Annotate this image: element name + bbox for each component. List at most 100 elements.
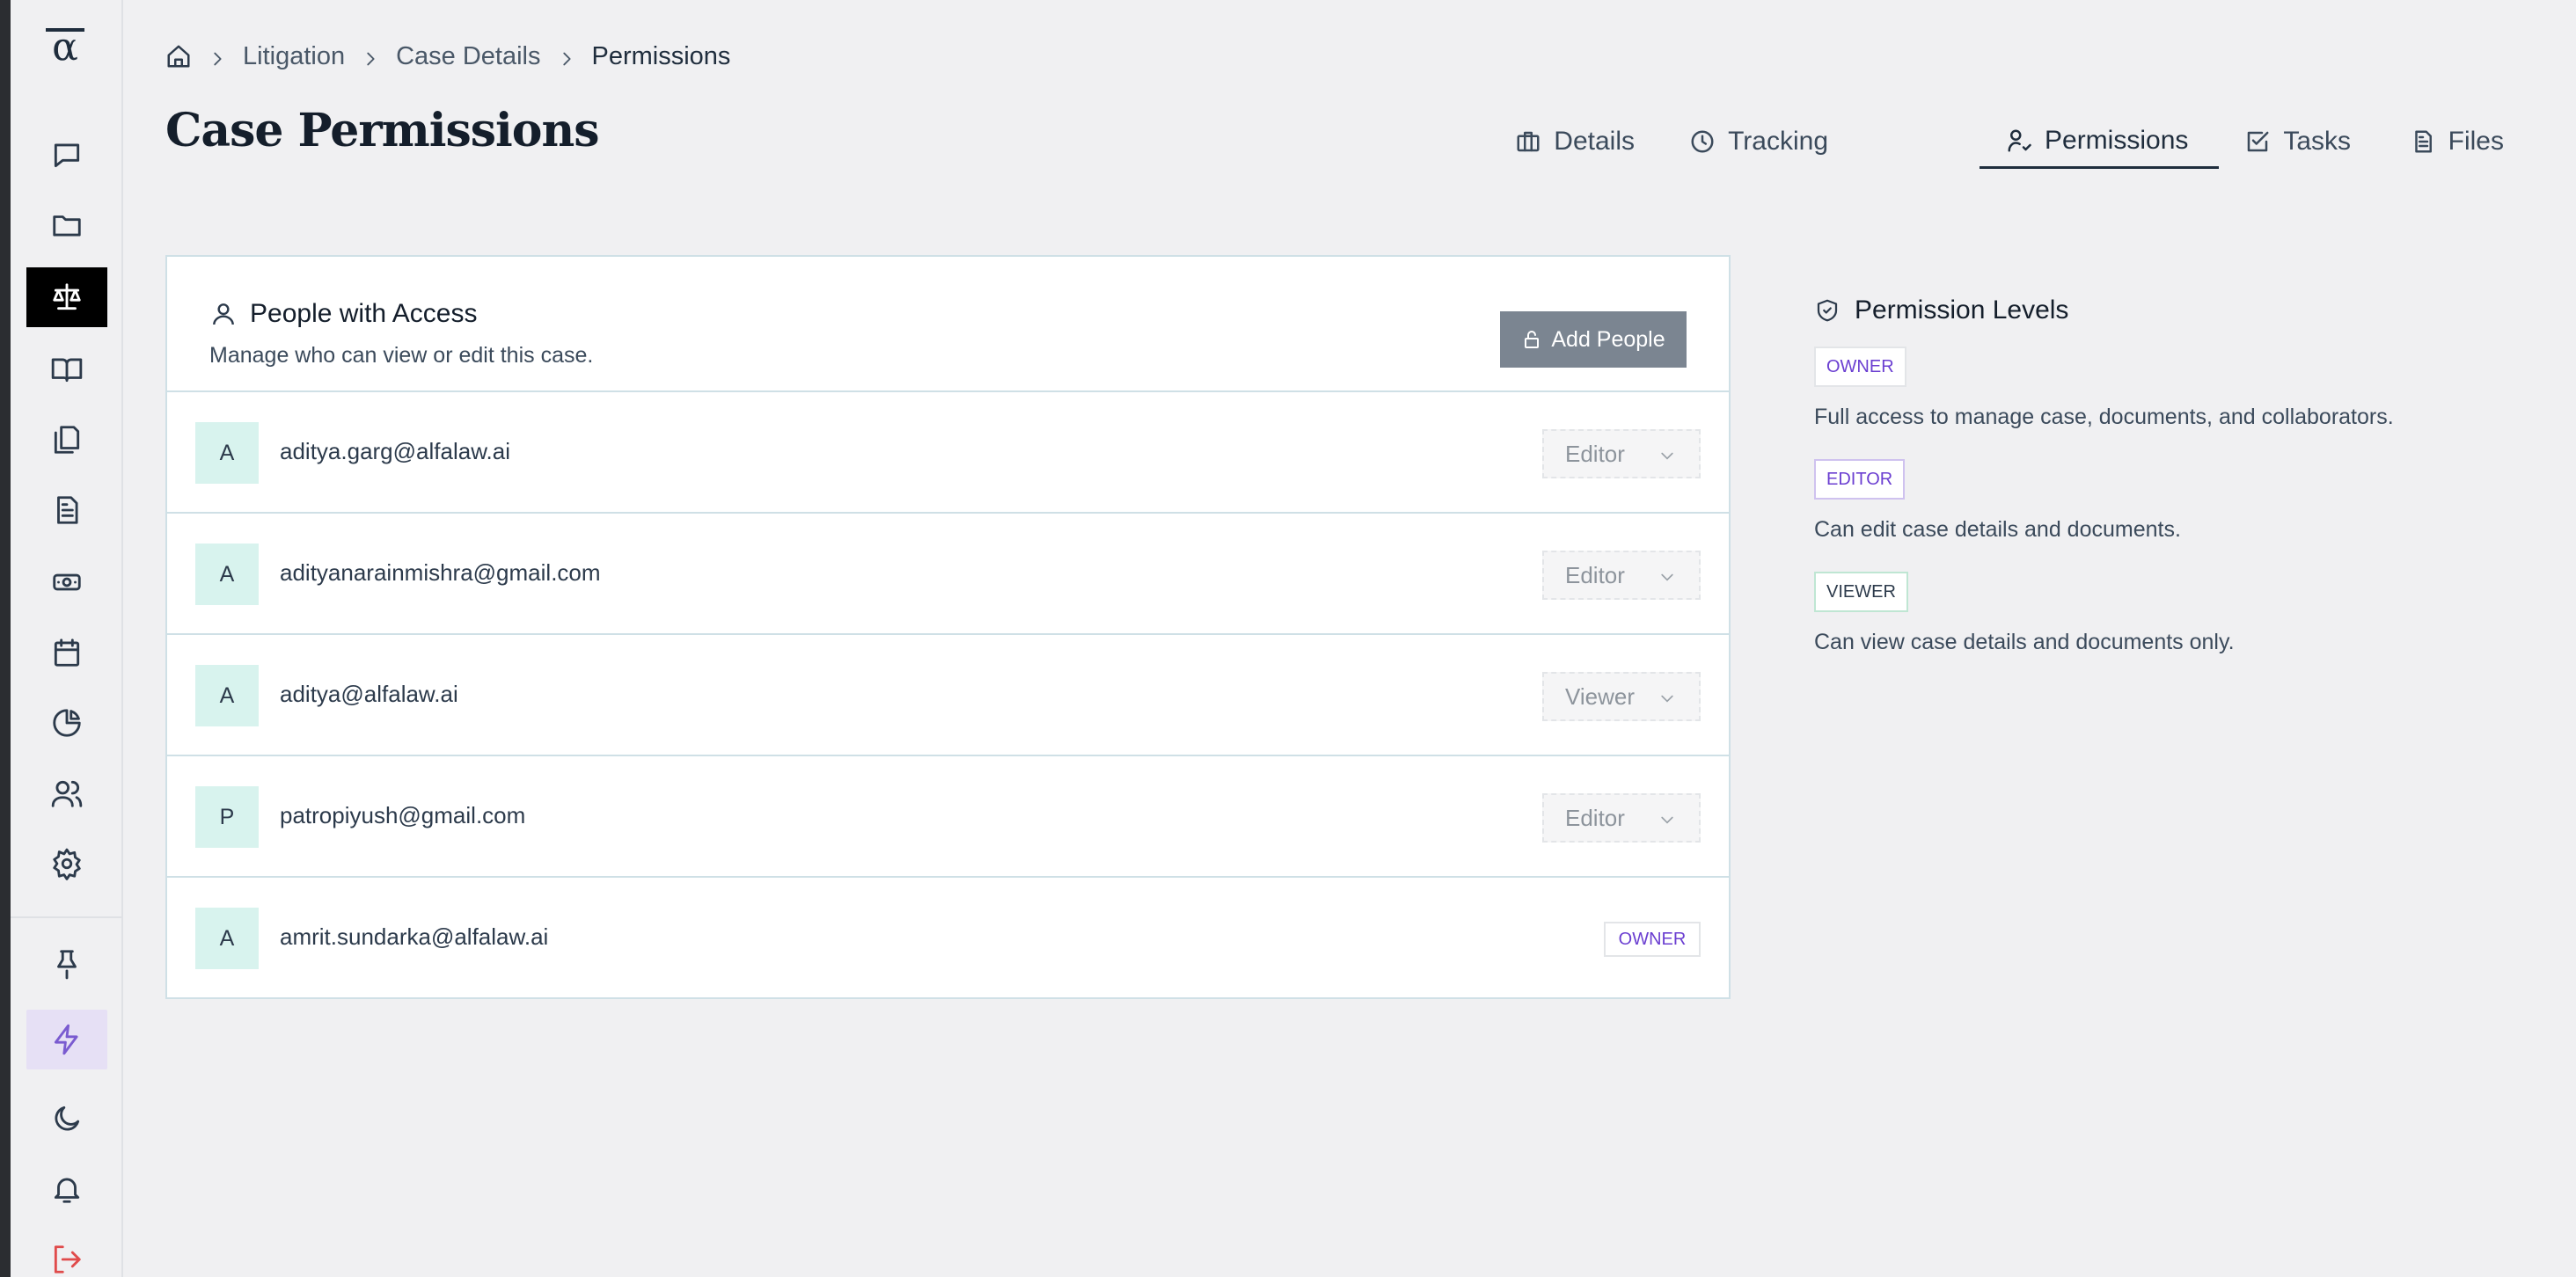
- tab-files[interactable]: Files: [2383, 114, 2530, 169]
- sidebar-item-documents[interactable]: [26, 410, 107, 470]
- role-select[interactable]: Editor: [1542, 551, 1701, 600]
- permission-levels-title: Permission Levels: [1814, 296, 2483, 325]
- theme-toggle-button[interactable]: [26, 1089, 107, 1149]
- avatar: P: [195, 786, 259, 848]
- lightning-icon: [54, 1024, 78, 1055]
- sidebar-item-users[interactable]: [26, 763, 107, 823]
- level-description: Can edit case details and documents.: [1814, 517, 2181, 542]
- person-row: A aditya@alfalaw.ai Viewer: [167, 635, 1729, 756]
- level-viewer: VIEWER Can view case details and documen…: [1814, 572, 2235, 655]
- permission-levels-heading: Permission Levels: [1855, 296, 2069, 325]
- app-logo[interactable]: α: [39, 28, 91, 74]
- permission-levels: Permission Levels OWNER Full access to m…: [1814, 296, 2483, 654]
- banknote-icon: [53, 573, 81, 591]
- calendar-icon: [54, 638, 80, 667]
- sidebar-item-analytics[interactable]: [26, 693, 107, 753]
- sidebar-item-litigation[interactable]: [26, 267, 107, 327]
- chevron-down-icon: [1661, 816, 1673, 824]
- sidebar-item-billing[interactable]: [26, 552, 107, 612]
- notifications-button[interactable]: [26, 1159, 107, 1219]
- card-title: People with Access: [209, 299, 477, 329]
- person-email: patropiyush@gmail.com: [280, 802, 526, 828]
- person-email: adityanarainmishra@gmail.com: [280, 559, 601, 586]
- owner-badge: OWNER: [1604, 922, 1701, 957]
- breadcrumb-case-details[interactable]: Case Details: [396, 42, 540, 71]
- logout-icon: [54, 1245, 81, 1273]
- people-access-card: People with Access Manage who can view o…: [165, 255, 1731, 999]
- gear-icon: [53, 848, 81, 880]
- file-text-icon: [57, 496, 78, 524]
- sidebar: α: [11, 0, 123, 1277]
- breadcrumb: Litigation Case Details Permissions: [165, 39, 730, 74]
- role-value: Editor: [1565, 561, 1625, 588]
- shield-check-icon: [1817, 299, 1838, 322]
- page-title: Case Permissions: [165, 104, 600, 157]
- card-subtitle: Manage who can view or edit this case.: [209, 343, 594, 368]
- logout-button[interactable]: [26, 1230, 107, 1277]
- add-people-button[interactable]: Add People: [1500, 311, 1687, 368]
- sidebar-item-settings[interactable]: [26, 834, 107, 894]
- role-select[interactable]: Editor: [1542, 429, 1701, 478]
- owner-level-badge: OWNER: [1814, 347, 1906, 387]
- person-row: A aditya.garg@alfalaw.ai Editor: [167, 392, 1729, 514]
- add-people-label: Add People: [1551, 326, 1665, 352]
- tab-label: Tasks: [2283, 127, 2351, 156]
- sidebar-item-pin[interactable]: [26, 934, 107, 994]
- person-email: aditya.garg@alfalaw.ai: [280, 438, 510, 464]
- sidebar-item-library[interactable]: [26, 339, 107, 399]
- users-icon: [51, 780, 83, 807]
- person-row: A adityanarainmishra@gmail.com Editor: [167, 514, 1729, 635]
- sidebar-item-notes[interactable]: [26, 480, 107, 540]
- moon-icon: [55, 1106, 80, 1131]
- tab-details[interactable]: Details: [1489, 114, 1661, 169]
- sidebar-item-chat[interactable]: [26, 125, 107, 185]
- sidebar-item-quick-actions[interactable]: [26, 1010, 107, 1069]
- tab-tasks[interactable]: Tasks: [2218, 114, 2377, 169]
- person-email: aditya@alfalaw.ai: [280, 681, 458, 707]
- chat-icon: [54, 143, 80, 168]
- folder-icon: [53, 215, 81, 237]
- sidebar-item-folders[interactable]: [26, 195, 107, 255]
- role-value: Viewer: [1565, 682, 1636, 710]
- role-select[interactable]: Viewer: [1542, 672, 1701, 721]
- avatar: A: [195, 665, 259, 726]
- user-icon: [213, 303, 234, 325]
- editor-level-badge: EDITOR: [1814, 459, 1906, 500]
- breadcrumb-litigation[interactable]: Litigation: [243, 42, 345, 71]
- breadcrumb-permissions: Permissions: [591, 41, 731, 70]
- chevron-down-icon: [1661, 695, 1673, 703]
- level-description: Full access to manage case, documents, a…: [1814, 405, 2394, 429]
- tab-tracking[interactable]: Tracking: [1663, 114, 1855, 169]
- alpha-logo-icon: α: [52, 25, 78, 69]
- tab-permissions[interactable]: Permissions: [1980, 114, 2219, 169]
- chevron-right-icon: [557, 47, 576, 66]
- bell-icon: [54, 1178, 80, 1203]
- briefcase-icon: [1517, 131, 1540, 152]
- person-email: amrit.sundarka@alfalaw.ai: [280, 923, 549, 950]
- role-select[interactable]: Editor: [1542, 793, 1701, 843]
- home-icon[interactable]: [165, 43, 192, 69]
- tab-label: Details: [1554, 127, 1635, 156]
- role-value: Editor: [1565, 804, 1625, 831]
- chevron-right-icon: [208, 47, 227, 66]
- sidebar-item-calendar[interactable]: [26, 623, 107, 682]
- sidebar-divider: [11, 916, 121, 918]
- check-square-icon: [2248, 131, 2269, 152]
- copy-icon: [54, 426, 80, 454]
- avatar: A: [195, 422, 259, 484]
- tab-label: Permissions: [2045, 125, 2189, 155]
- scale-icon: [53, 283, 81, 310]
- viewer-level-badge: VIEWER: [1814, 572, 1908, 612]
- person-row: A amrit.sundarka@alfalaw.ai OWNER: [167, 878, 1729, 999]
- file-text-icon: [2414, 130, 2432, 153]
- person-row: P patropiyush@gmail.com Editor: [167, 756, 1729, 878]
- level-description: Can view case details and documents only…: [1814, 630, 2235, 654]
- book-icon: [51, 358, 83, 383]
- app-root: α Litigation Case Details Permissions Ca…: [0, 0, 2576, 1277]
- chevron-down-icon: [1661, 573, 1673, 581]
- card-header: People with Access Manage who can view o…: [167, 257, 1729, 392]
- chevron-down-icon: [1661, 452, 1673, 460]
- tab-label: Files: [2448, 127, 2504, 156]
- avatar: A: [195, 544, 259, 605]
- window-edge: [0, 0, 11, 1277]
